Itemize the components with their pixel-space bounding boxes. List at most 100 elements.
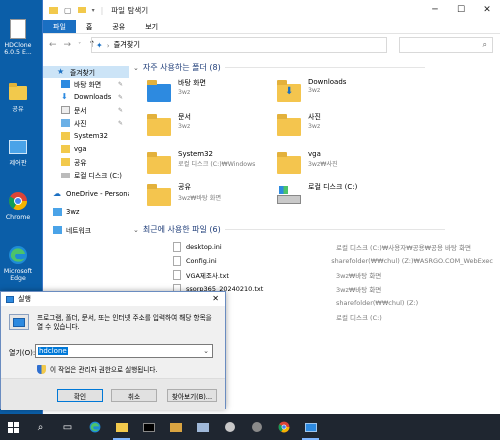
folder-tile-desktop[interactable]: 바탕 화면 3wz (147, 78, 206, 102)
new-folder-icon[interactable] (77, 7, 86, 13)
folder-icon (61, 132, 70, 140)
chrome-icon[interactable] (270, 414, 297, 440)
recent-files-header[interactable]: ⌄ 최근에 사용한 파일 (6) (133, 224, 445, 235)
app-icon[interactable] (162, 414, 189, 440)
folder-tile-share[interactable]: 공유 3wz₩바탕 화면 (147, 182, 221, 206)
run-taskbar-icon[interactable] (297, 414, 324, 440)
open-input-value[interactable]: hdclone (38, 347, 68, 355)
admin-note-text: 이 작업은 관리자 권한으로 실행됩니다. (50, 366, 158, 374)
nav-item-label: 바탕 화면 (74, 81, 102, 89)
folder-tile-downloads[interactable]: ⬇ Downloads 3wz (277, 78, 346, 102)
breadcrumb[interactable]: 즐겨찾기 (114, 40, 140, 50)
ok-button[interactable]: 확인 (57, 389, 103, 402)
folder-tile-system32[interactable]: System32 로컬 디스크 (C:)₩Windows (147, 150, 255, 174)
taskbar: ⌕ ▭ (0, 414, 500, 440)
folder-icon (7, 82, 29, 104)
nav-item-label: 3wz (66, 208, 80, 216)
nav-item-downloads[interactable]: ⬇ Downloads ✎ (43, 91, 129, 103)
tab-home[interactable]: 홈 (76, 20, 102, 33)
folder-name: 문서 (178, 113, 191, 121)
file-icon (173, 269, 181, 280)
pin-icon: ✎ (117, 93, 123, 101)
desktop-icon-share[interactable]: 공유 (0, 82, 36, 113)
folder-tile-pictures[interactable]: 사진 3wz (277, 112, 321, 136)
list-item[interactable]: desktop.ini 로컬 디스크 (C:)₩사용자₩공용₩공용 바탕 화면 (173, 240, 493, 253)
nav-item-share[interactable]: 공유 (43, 156, 129, 168)
folder-name: Downloads (308, 78, 347, 86)
window-title: 파일 탐색기 (111, 5, 149, 15)
desktop-folder-icon (147, 80, 173, 102)
drive-icon (277, 184, 303, 206)
chevron-down-icon[interactable]: ˅ (78, 42, 81, 49)
app2-icon[interactable] (216, 414, 243, 440)
folder-icon[interactable] (49, 6, 58, 14)
nav-item-system32[interactable]: System32 (43, 130, 129, 142)
nav-item-label: 즐겨찾기 (70, 69, 96, 77)
network-icon (53, 226, 62, 234)
desktop-icon-edge[interactable]: Microsoft Edge (0, 244, 36, 283)
nav-item-network[interactable]: 네트워크 (43, 224, 129, 236)
start-icon[interactable] (0, 414, 27, 440)
desktop-icon-chrome[interactable]: Chrome (0, 190, 36, 221)
app3-icon[interactable] (243, 414, 270, 440)
desktop-icon-control-panel[interactable]: 제어판 (0, 136, 36, 167)
nav-item-pictures[interactable]: 사진 ✎ (43, 117, 129, 129)
folder-name: 공유 (178, 183, 191, 191)
file-name: VGA제조사.txt (186, 271, 229, 280)
minimize-button[interactable]: ─ (422, 0, 448, 20)
folder-tile-vga[interactable]: vga 3wz₩사진 (277, 150, 338, 174)
address-row: ← → ˅ ↑ ✦ › 즐겨찾기 ⌕ (43, 34, 500, 56)
edge-icon[interactable] (81, 414, 108, 440)
file-icon (173, 255, 181, 266)
nav-item-desktop[interactable]: 바탕 화면 ✎ (43, 78, 129, 90)
nav-item-label: Downloads (74, 93, 112, 101)
open-input[interactable]: hdclone ⌄ (35, 344, 213, 358)
folder-tile-local-disk[interactable]: 로컬 디스크 (C:) (277, 182, 357, 206)
nav-item-this-pc[interactable]: 3wz (43, 206, 129, 218)
desktop-icon-label: 공유 (12, 106, 24, 113)
close-icon[interactable]: ✕ (212, 294, 219, 303)
tab-view[interactable]: 보기 (135, 20, 168, 33)
nav-item-quick-access[interactable]: ★ 즐겨찾기 (43, 66, 129, 78)
control-panel-icon (7, 136, 29, 158)
explorer-icon[interactable] (108, 414, 135, 440)
forward-icon[interactable]: → (64, 40, 72, 50)
nav-item-local-disk[interactable]: 로컬 디스크 (C:) (43, 169, 129, 181)
nav-item-label: System32 (74, 132, 108, 140)
maximize-button[interactable]: ☐ (448, 0, 474, 20)
nav-item-documents[interactable]: 문서 ✎ (43, 104, 129, 116)
tab-file[interactable]: 파일 (43, 20, 76, 33)
chevron-down-icon[interactable]: ▾ (92, 7, 95, 14)
cancel-button[interactable]: 취소 (111, 389, 157, 402)
address-bar[interactable]: ✦ › 즐겨찾기 (91, 37, 387, 53)
frequent-folders-header[interactable]: ⌄ 자주 사용하는 폴더 (8) (133, 62, 425, 73)
mail-icon[interactable] (189, 414, 216, 440)
search-icon[interactable]: ⌕ (27, 414, 54, 440)
list-item[interactable]: Config.ini sharefolder(₩₩chul) (Z:)₩ASRG… (173, 254, 493, 267)
vga-folder-icon (277, 152, 303, 174)
list-item[interactable]: VGA제조사.txt 3wz₩바탕 화면 (173, 268, 493, 281)
system32-folder-icon (147, 152, 173, 174)
folder-path: 3wz (178, 123, 191, 130)
tab-share[interactable]: 공유 (102, 20, 135, 33)
browse-button[interactable]: 찾아보기(B)... (167, 389, 217, 402)
chevron-down-icon[interactable]: ⌄ (203, 347, 209, 355)
run-title: 실행 (18, 295, 31, 303)
nav-item-label: 문서 (74, 107, 87, 115)
terminal-icon[interactable] (135, 414, 162, 440)
drive-icon (61, 172, 70, 178)
back-icon[interactable]: ← (49, 40, 57, 50)
folder-tile-documents[interactable]: 문서 3wz (147, 112, 191, 136)
hdclone-icon (7, 18, 29, 40)
properties-icon[interactable]: ▢ (64, 6, 72, 15)
close-button[interactable]: ✕ (474, 0, 500, 20)
nav-item-onedrive[interactable]: ☁ OneDrive - Personal (43, 188, 129, 200)
cloud-icon: ☁ (53, 189, 61, 198)
task-view-icon[interactable]: ▭ (54, 414, 81, 440)
search-input[interactable]: ⌕ (399, 37, 493, 53)
desktop-icon-hdclone[interactable]: HDClone 6.0.5 E... (0, 18, 36, 57)
file-name: desktop.ini (186, 242, 222, 251)
file-icon (173, 241, 181, 252)
chevron-down-icon: ⌄ (133, 225, 139, 234)
nav-item-vga[interactable]: vga (43, 143, 129, 155)
